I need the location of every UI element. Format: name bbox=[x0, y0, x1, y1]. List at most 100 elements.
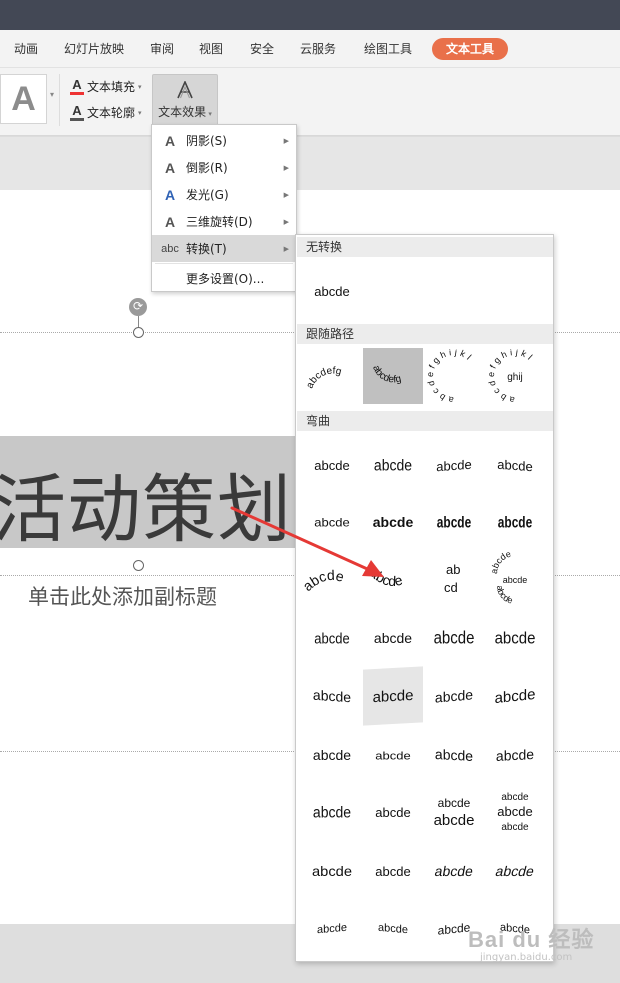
menu-item-more-settings[interactable]: 更多设置(O)... bbox=[152, 265, 296, 292]
warp-triangle-down[interactable]: abcde bbox=[485, 435, 545, 495]
transform-arch-down[interactable]: abcdefg bbox=[363, 348, 423, 404]
text-fill-button[interactable]: A 文本填充 ▾ bbox=[70, 78, 142, 95]
warp-slant-down[interactable]: abcde bbox=[363, 898, 423, 959]
warp-double-wave-1[interactable]: abcde bbox=[424, 665, 484, 726]
text-effect-button[interactable]: 文本效果 ▾ bbox=[152, 74, 218, 128]
warp-deflate[interactable]: abcde bbox=[363, 731, 423, 779]
warp-stop[interactable]: abcde bbox=[363, 434, 423, 496]
menu-bar: 动画 幻灯片放映 审阅 视图 安全 云服务 绘图工具 文本工具 bbox=[0, 30, 620, 68]
style-more-icon[interactable]: ▾ bbox=[50, 90, 54, 99]
text-effect-label: 文本效果 ▾ bbox=[158, 105, 212, 119]
svg-text:abcde: abcde bbox=[503, 575, 528, 585]
warp-fade-left[interactable]: abcde bbox=[363, 843, 423, 899]
menu-drawing-tools[interactable]: 绘图工具 bbox=[364, 40, 412, 57]
warp-chevron-up[interactable]: abcde bbox=[302, 497, 362, 547]
menu-security[interactable]: 安全 bbox=[250, 40, 274, 57]
menu-review[interactable]: 审阅 bbox=[150, 40, 174, 57]
resize-handle[interactable] bbox=[133, 560, 144, 571]
menu-item-label: 更多设置(O)... bbox=[186, 272, 265, 286]
ribbon-divider bbox=[59, 74, 60, 126]
svg-text:abcde: abcde bbox=[501, 792, 529, 803]
svg-text:abcdefg: abcdefg bbox=[305, 365, 343, 390]
menu-slideshow[interactable]: 幻灯片放映 bbox=[64, 40, 124, 57]
svg-text:ab: ab bbox=[446, 562, 460, 577]
watermark-logo-text: Bai du 经验 bbox=[468, 927, 595, 952]
rotate-handle-icon[interactable]: ⟳ bbox=[129, 298, 147, 316]
svg-text:abcdefg: abcdefg bbox=[370, 364, 402, 386]
warp-fade-up[interactable]: abcde bbox=[419, 843, 489, 899]
ribbon: A ▾ A 文本填充 ▾ A 文本轮廓 ▾ 文本效果 ▾ bbox=[0, 68, 620, 136]
warp-wave-1[interactable]: abcde bbox=[302, 666, 362, 726]
menu-animation[interactable]: 动画 bbox=[14, 40, 38, 57]
section-header-warp: 弯曲 bbox=[297, 411, 553, 431]
section-header-follow-path: 跟随路径 bbox=[297, 324, 553, 344]
menu-item-label: 阴影(S) bbox=[186, 134, 227, 148]
warp-deflate-top[interactable]: abcde bbox=[363, 784, 423, 840]
resize-handle[interactable] bbox=[133, 327, 144, 338]
transform-none[interactable]: abcde bbox=[302, 263, 362, 319]
slide-title[interactable]: 活动策划 bbox=[0, 450, 292, 557]
menu-item-reflection[interactable]: A 倒影(R) ▶ bbox=[152, 154, 296, 181]
text-effect-icon bbox=[177, 81, 193, 99]
warp-arch-down[interactable]: abcde bbox=[363, 551, 423, 607]
warp-deflate-bottom[interactable]: abcde bbox=[485, 725, 545, 784]
svg-text:abcde: abcde bbox=[438, 796, 471, 810]
menu-item-glow[interactable]: A 发光(G) ▶ bbox=[152, 181, 296, 208]
text-outline-icon: A bbox=[70, 104, 84, 121]
baidu-watermark: Bai du 经验 jingyan.baidu.com bbox=[468, 922, 595, 963]
menu-item-shadow[interactable]: A 阴影(S) ▶ bbox=[152, 127, 296, 154]
slide-subtitle-placeholder[interactable]: 单击此处添加副标题 bbox=[28, 581, 217, 611]
warp-plain[interactable]: abcde bbox=[302, 437, 362, 493]
warp-can-down[interactable]: abcde bbox=[485, 607, 545, 669]
warp-fade-down[interactable]: abcde bbox=[478, 843, 552, 899]
transform-icon: abc bbox=[161, 242, 179, 255]
warp-chevron-down[interactable]: abcde bbox=[363, 494, 423, 550]
menu-item-label: 倒影(R) bbox=[186, 161, 228, 175]
menu-cloud[interactable]: 云服务 bbox=[300, 40, 336, 57]
text-outline-button[interactable]: A 文本轮廓 ▾ bbox=[70, 104, 142, 121]
warp-ring-inside[interactable]: abcde bbox=[429, 491, 480, 553]
chevron-down-icon: ▾ bbox=[138, 82, 142, 91]
menu-item-3d-rotation[interactable]: A 三维旋转(D) ▶ bbox=[152, 208, 296, 235]
glow-icon: A bbox=[164, 186, 176, 203]
chevron-right-icon: ▶ bbox=[283, 136, 289, 145]
text-style-preview[interactable]: A bbox=[0, 74, 47, 124]
warp-ring-outside[interactable]: abcde bbox=[490, 491, 541, 553]
warp-fade-right[interactable]: abcde bbox=[301, 843, 364, 899]
warp-inflate[interactable]: abcde bbox=[302, 727, 362, 783]
text-outline-label: 文本轮廓 bbox=[87, 106, 136, 120]
warp-circle[interactable]: ab cd bbox=[424, 551, 484, 607]
menu-view[interactable]: 视图 bbox=[199, 40, 223, 57]
warp-slant-up[interactable]: abcde bbox=[302, 898, 362, 959]
menu-text-tools[interactable]: 文本工具 bbox=[432, 38, 509, 60]
text-effect-menu: A 阴影(S) ▶ A 倒影(R) ▶ A 发光(G) ▶ A 三维旋转(D) … bbox=[151, 124, 297, 292]
menu-divider bbox=[155, 263, 293, 264]
transform-circle[interactable]: abcdefghijkl bbox=[424, 348, 484, 404]
svg-text:abcde: abcde bbox=[434, 812, 475, 829]
3d-rotation-icon: A bbox=[164, 213, 176, 230]
svg-text:abcde: abcde bbox=[304, 567, 346, 594]
warp-button[interactable]: abcde abcde abcde bbox=[485, 551, 545, 607]
menu-item-transform[interactable]: abc 转换(T) ▶ bbox=[152, 235, 296, 262]
warp-can-up[interactable]: abcde bbox=[424, 606, 484, 670]
warp-arch-up[interactable]: abcde bbox=[302, 551, 362, 607]
warp-inflate-bottom[interactable]: abcde bbox=[424, 725, 484, 784]
svg-text:abcde: abcde bbox=[367, 564, 404, 589]
warp-deflate-inflate[interactable]: abcde abcde bbox=[424, 784, 484, 840]
warp-triangle-up[interactable]: abcde bbox=[424, 435, 484, 495]
warp-deflate-inflate-deflate[interactable]: abcde abcde abcde bbox=[485, 784, 545, 840]
text-fill-icon: A bbox=[70, 78, 84, 95]
warp-wave-2[interactable]: abcde bbox=[363, 666, 423, 726]
chevron-right-icon: ▶ bbox=[283, 217, 289, 226]
svg-text:cd: cd bbox=[444, 580, 458, 595]
title-bar bbox=[0, 0, 620, 30]
text-fill-label: 文本填充 bbox=[87, 80, 136, 94]
transform-arch-up[interactable]: abcdefg bbox=[302, 348, 362, 404]
warp-inflate-top[interactable]: abcde bbox=[302, 781, 362, 843]
warp-curve-up[interactable]: abcde bbox=[302, 607, 362, 669]
warp-double-wave-2[interactable]: abcde bbox=[485, 665, 545, 727]
menu-item-label: 三维旋转(D) bbox=[186, 215, 253, 229]
svg-text:abcdefghijkl: abcdefghijkl bbox=[426, 349, 475, 403]
warp-curve-down[interactable]: abcde bbox=[363, 610, 423, 666]
transform-button[interactable]: abcdefghijkl ghij bbox=[485, 348, 545, 404]
